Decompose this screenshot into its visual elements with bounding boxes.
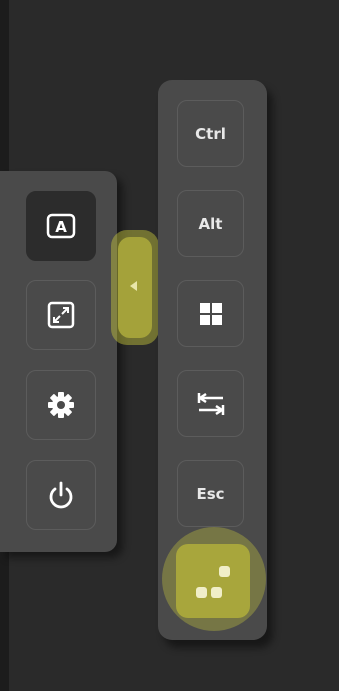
windows-key-button[interactable]	[177, 280, 244, 347]
tab-icon	[197, 392, 224, 415]
remote-desktop-overlay: A Ctrl Alt Esc	[0, 0, 339, 691]
tab-key-button[interactable]	[177, 370, 244, 437]
keyboard-a-icon: A	[46, 213, 76, 239]
ctrl-key-label: Ctrl	[195, 124, 226, 143]
chevron-left-icon	[130, 281, 137, 291]
settings-button[interactable]	[26, 370, 96, 440]
gear-icon	[48, 392, 74, 418]
esc-key-label: Esc	[196, 484, 225, 503]
menu-button[interactable]	[176, 544, 250, 618]
fullscreen-button[interactable]	[26, 280, 96, 350]
collapse-handle-body	[118, 237, 152, 338]
ctrl-key-button[interactable]: Ctrl	[177, 100, 244, 167]
left-toolbar: A	[0, 171, 117, 552]
fullscreen-icon	[47, 301, 75, 329]
keyboard-toggle-button[interactable]: A	[26, 191, 96, 261]
alt-key-button[interactable]: Alt	[177, 190, 244, 257]
keyboard-a-glyph: A	[55, 218, 67, 236]
collapse-handle[interactable]	[111, 230, 159, 345]
power-button[interactable]	[26, 460, 96, 530]
esc-key-button[interactable]: Esc	[177, 460, 244, 527]
windows-icon	[199, 302, 222, 325]
power-icon	[49, 481, 73, 509]
alt-key-label: Alt	[198, 214, 223, 233]
